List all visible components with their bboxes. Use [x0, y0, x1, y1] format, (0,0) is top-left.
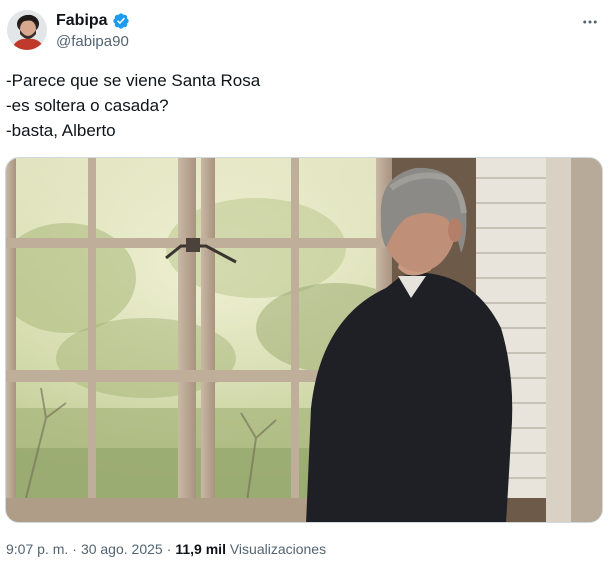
- tweet-text-line: -Parece que se viene Santa Rosa: [6, 71, 261, 90]
- display-name-row: Fabipa: [56, 11, 130, 31]
- tweet-meta: 9:07 p. m. · 30 ago. 2025 · 11,9 mil Visuali…: [6, 541, 326, 557]
- tweet-card: Fabipa @fabipa90 -Parece que se viene Sa…: [0, 0, 610, 565]
- views-label[interactable]: Visualizaciones: [230, 541, 326, 557]
- meta-separator: ·: [166, 541, 172, 557]
- display-name[interactable]: Fabipa: [56, 12, 108, 30]
- more-options-button[interactable]: [578, 12, 602, 32]
- tweet-time[interactable]: 9:07 p. m.: [6, 541, 68, 557]
- verified-badge-icon: [112, 12, 130, 30]
- tweet-date[interactable]: 30 ago. 2025: [81, 541, 163, 557]
- tweet-text: -Parece que se viene Santa Rosa -es solt…: [6, 68, 596, 143]
- tweet-text-line: -basta, Alberto: [6, 121, 116, 140]
- tweet-media-photo[interactable]: [5, 157, 603, 523]
- tweet-text-line: -es soltera o casada?: [6, 96, 169, 115]
- more-horizontal-icon: [583, 20, 597, 24]
- avatar-image: [7, 10, 47, 50]
- avatar[interactable]: [7, 10, 47, 50]
- meta-separator: ·: [72, 541, 77, 557]
- views-count[interactable]: 11,9 mil: [175, 541, 226, 557]
- photo-man-at-window: [6, 158, 602, 522]
- user-handle[interactable]: @fabipa90: [56, 33, 130, 50]
- tweet-header: Fabipa @fabipa90: [56, 11, 130, 50]
